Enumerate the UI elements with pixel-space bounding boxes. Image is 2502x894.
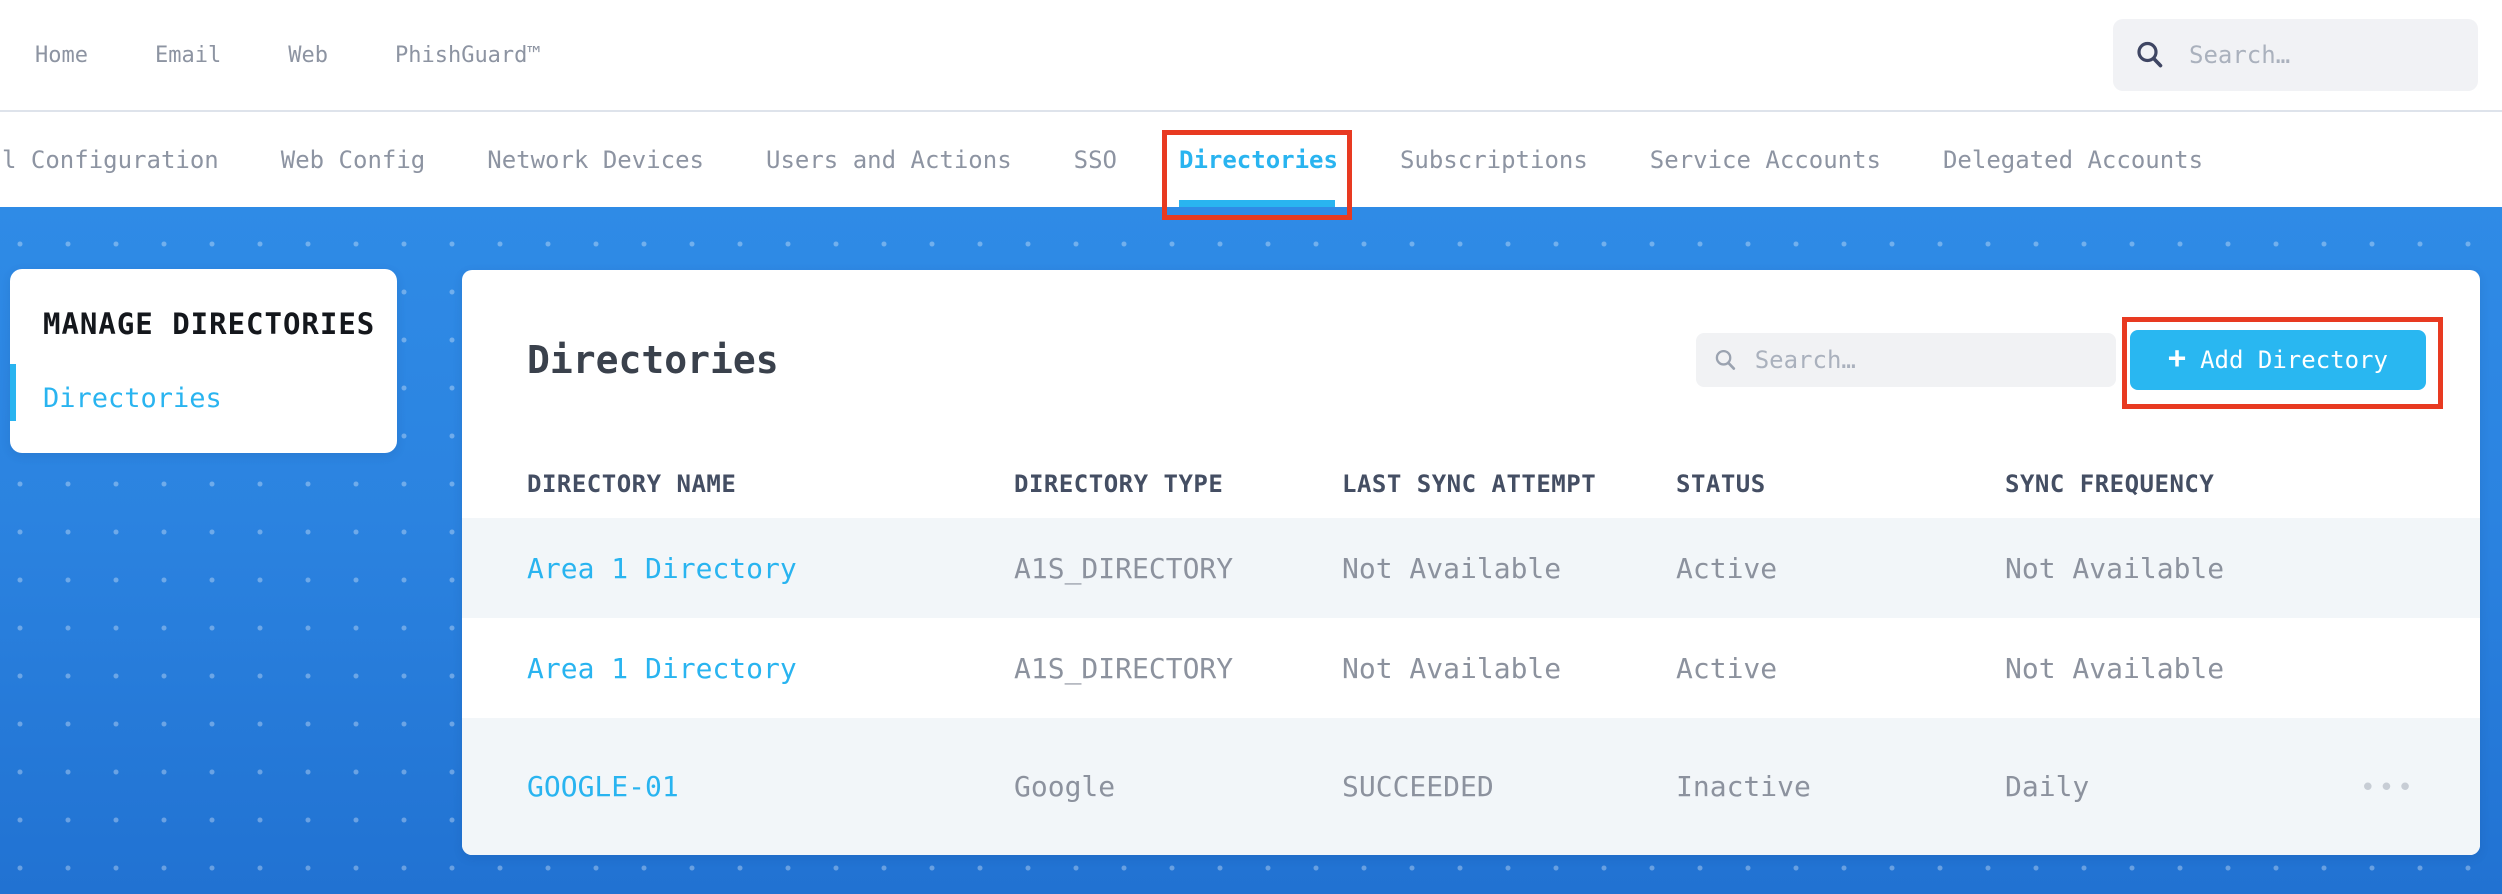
cell-frequency: Daily [2005,770,2090,803]
sidebar-item-directories[interactable]: Directories [43,383,397,414]
top-navigation-bar: Home Email Web PhishGuard™ [0,0,2502,110]
add-directory-button[interactable]: + Add Directory [2130,330,2426,390]
cell-type: A1S_DIRECTORY [1014,551,1234,585]
tab-label: Directories [1179,145,1338,174]
top-nav-item-email[interactable]: Email [155,43,221,68]
table-row: Area 1 Directory A1S_DIRECTORY Not Availab… [462,518,2480,618]
cell-type: Google [1014,770,1116,803]
cell-frequency: Not Available [2005,551,2225,585]
tab-delegated-accounts[interactable]: Delegated Accounts [1943,112,2203,207]
global-search-box[interactable] [2113,19,2478,91]
table-row: Area 1 Directory A1S_DIRECTORY Not Availab… [462,618,2480,718]
tab-label: Network Devices [487,145,704,174]
directories-search-input[interactable] [1754,346,2100,374]
directory-name-link[interactable]: Area 1 Directory [527,552,1014,585]
column-header-sync-frequency: SYNC FREQUENCY [2005,470,2215,498]
manage-directories-card: MANAGE DIRECTORIES Directories [10,269,397,453]
cell-frequency: Not Available [2005,651,2225,685]
page-title: Directories [527,338,779,382]
cell-status: Active [1676,551,1778,585]
top-nav-item-home[interactable]: Home [35,43,88,68]
tab-label: Users and Actions [766,145,1012,174]
tab-sso[interactable]: SSO [1074,112,1117,207]
column-header-last-sync-attempt: LAST SYNC ATTEMPT [1342,470,1597,498]
add-directory-button-wrap: + Add Directory [2122,317,2443,409]
tab-label: Web Config [280,145,426,174]
cell-status: Inactive [1676,770,1811,803]
cell-last-sync: Not Available [1342,651,1562,685]
active-item-indicator [10,364,16,421]
active-tab-underline [1179,200,1335,207]
tab-network-devices[interactable]: Network Devices [487,112,704,207]
tab-subscriptions[interactable]: Subscriptions [1400,112,1588,207]
tab-directories[interactable]: Directories [1162,112,1352,220]
tab-label: l Configuration [2,145,219,174]
column-header-directory-name: DIRECTORY NAME [527,470,737,498]
global-search-input[interactable] [2189,41,2458,69]
tab-label: Delegated Accounts [1942,145,2204,174]
tab-l-configuration[interactable]: l Configuration [2,112,219,207]
search-icon [2137,41,2163,68]
directories-table: DIRECTORY NAME DIRECTORY TYPE LAST SYNC AT… [462,450,2480,855]
ellipsis-menu-icon[interactable]: ••• [2360,773,2416,803]
content-background: MANAGE DIRECTORIES Directories DIRECTORY… [0,207,2502,894]
settings-tab-bar: l Configuration Web Config Network Devices… [0,112,2502,220]
cell-last-sync: Not Available [1342,551,1562,585]
tab-users-and-actions[interactable]: Users and Actions [766,112,1012,207]
top-nav-item-web[interactable]: Web [288,43,328,68]
tab-label: Subscriptions [1399,145,1588,174]
tab-service-accounts[interactable]: Service Accounts [1650,112,1881,207]
top-nav-items: Home Email Web PhishGuard™ [35,43,541,68]
tab-label: SSO [1073,145,1117,174]
panel-header: Directories + Add Directory [462,270,2480,450]
top-nav-item-phishguard[interactable]: PhishGuard™ [395,43,541,68]
table-row: GOOGLE-01 Google SUCCEEDED Inactive Daily ••• [462,718,2480,855]
directories-panel: DIRECTORY NAME DIRECTORY TYPE LAST SYNC AT… [462,270,2480,855]
tab-label: Service Accounts [1649,145,1881,174]
cell-status: Active [1676,651,1778,685]
directory-name-link[interactable]: Area 1 Directory [527,652,1014,685]
column-header-directory-type: DIRECTORY TYPE [1014,470,1224,498]
plus-icon: + [2168,341,2187,376]
cell-type: A1S_DIRECTORY [1014,651,1234,685]
cell-last-sync: SUCCEEDED [1342,770,1494,803]
add-directory-button-label: Add Directory [2200,346,2388,374]
row-actions: ••• [2360,770,2480,803]
tab-web-config[interactable]: Web Config [281,112,426,207]
table-header-row: DIRECTORY NAME DIRECTORY TYPE LAST SYNC AT… [462,450,2480,518]
directories-search-box[interactable] [1696,333,2116,387]
column-header-status: STATUS [1676,470,1766,498]
side-card-heading: MANAGE DIRECTORIES [43,307,376,341]
search-icon [1715,349,1736,370]
directory-name-link[interactable]: GOOGLE-01 [527,770,1014,803]
